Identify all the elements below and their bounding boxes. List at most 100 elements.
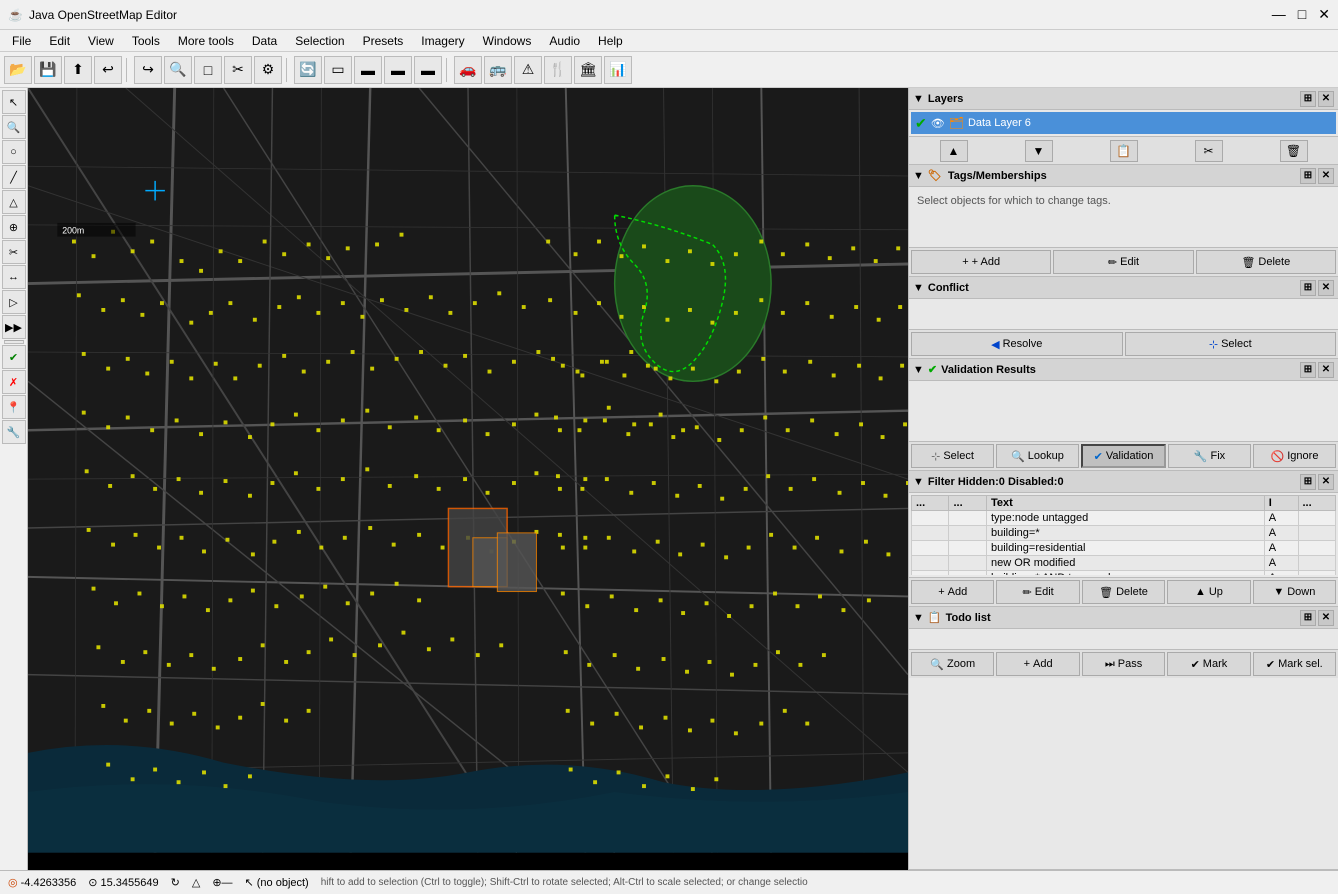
wrench-btn[interactable]: 🔧 <box>2 420 26 444</box>
layers-detach-btn[interactable]: ⊞ <box>1300 91 1316 107</box>
minimize-button[interactable]: — <box>1272 6 1286 23</box>
todo-pass-btn[interactable]: ⏭ Pass <box>1082 652 1165 676</box>
zoom-btn[interactable]: 🔍 <box>2 115 26 139</box>
filter-add-btn[interactable]: + Add <box>911 580 994 604</box>
filter-detach-btn[interactable]: ⊞ <box>1300 474 1316 490</box>
layers-collapse-icon[interactable]: ▼ <box>913 93 924 105</box>
conflict-detach-btn[interactable]: ⊞ <box>1300 280 1316 296</box>
filter-row[interactable]: new OR modified A <box>912 556 1336 571</box>
align-btn[interactable]: ↔ <box>2 265 26 289</box>
layer-delete-btn[interactable]: 🗑 <box>1280 140 1308 162</box>
menu-item-help[interactable]: Help <box>590 32 631 50</box>
filter-row[interactable]: type:node untagged A <box>912 511 1336 526</box>
toolbar-btn-12[interactable]: ▬ <box>384 56 412 84</box>
fast-forward-btn[interactable]: ▶▶ <box>2 315 26 339</box>
select-tool-btn[interactable]: ↖ <box>2 90 26 114</box>
toolbar-btn-7[interactable]: ✂ <box>224 56 252 84</box>
validation-fix-btn[interactable]: 🔧 Fix <box>1168 444 1251 468</box>
toolbar-btn-9[interactable]: 🔄 <box>294 56 322 84</box>
todo-detach-btn[interactable]: ⊞ <box>1300 610 1316 626</box>
filter-down-btn[interactable]: ▼ Down <box>1253 580 1336 604</box>
todo-zoom-btn[interactable]: 🔍 Zoom <box>911 652 994 676</box>
layers-close-btn[interactable]: ✕ <box>1318 91 1334 107</box>
filter-row[interactable]: building=* AND type:node A <box>912 571 1336 576</box>
validation-detach-btn[interactable]: ⊞ <box>1300 362 1316 378</box>
layer-down-btn[interactable]: ▼ <box>1025 140 1053 162</box>
validation-lookup-btn[interactable]: 🔍 Lookup <box>996 444 1079 468</box>
toolbar-btn-16[interactable]: ⚠ <box>514 56 542 84</box>
menu-item-windows[interactable]: Windows <box>475 32 540 50</box>
map-area[interactable]: 200m <box>28 88 908 870</box>
toolbar-btn-10[interactable]: ▭ <box>324 56 352 84</box>
toolbar-btn-1[interactable]: 💾 <box>34 56 62 84</box>
validation-select-btn[interactable]: ⊹ Select <box>911 444 994 468</box>
menu-item-edit[interactable]: Edit <box>41 32 78 50</box>
tags-add-btn[interactable]: ++ Add <box>911 250 1051 274</box>
layer-edit-btn[interactable]: ✂ <box>1195 140 1223 162</box>
menu-item-file[interactable]: File <box>4 32 39 50</box>
menu-item-tools[interactable]: Tools <box>124 32 168 50</box>
todo-mark-sel-btn[interactable]: ✔ Mark sel. <box>1253 652 1336 676</box>
filter-row[interactable]: building=* A <box>912 526 1336 541</box>
split-btn[interactable]: ✂ <box>2 240 26 264</box>
toolbar-btn-19[interactable]: 📊 <box>604 56 632 84</box>
menu-item-selection[interactable]: Selection <box>287 32 352 50</box>
filter-up-btn[interactable]: ▲ Up <box>1167 580 1250 604</box>
toolbar-btn-4[interactable]: ↪ <box>134 56 162 84</box>
tags-detach-btn[interactable]: ⊞ <box>1300 168 1316 184</box>
todo-close-btn[interactable]: ✕ <box>1318 610 1334 626</box>
toolbar-btn-11[interactable]: ▬ <box>354 56 382 84</box>
menu-item-presets[interactable]: Presets <box>355 32 412 50</box>
filter-edit-btn[interactable]: ✏ Edit <box>996 580 1079 604</box>
toolbar-btn-5[interactable]: 🔍 <box>164 56 192 84</box>
conflict-close-btn[interactable]: ✕ <box>1318 280 1334 296</box>
tags-edit-btn[interactable]: ✏Edit <box>1053 250 1193 274</box>
filter-collapse-icon[interactable]: ▼ <box>913 476 924 488</box>
conflict-select-btn[interactable]: ⊹ Select <box>1125 332 1337 356</box>
toolbar-btn-18[interactable]: 🏛 <box>574 56 602 84</box>
validation-validation-btn[interactable]: ✔ Validation <box>1081 444 1166 468</box>
tags-delete-btn[interactable]: 🗑Delete <box>1196 250 1336 274</box>
menu-item-more-tools[interactable]: More tools <box>170 32 242 50</box>
pin-btn[interactable]: 📍 <box>2 395 26 419</box>
todo-mark-btn[interactable]: ✔ Mark <box>1167 652 1250 676</box>
toolbar-btn-13[interactable]: ▬ <box>414 56 442 84</box>
tags-close-btn[interactable]: ✕ <box>1318 168 1334 184</box>
close-button[interactable]: ✕ <box>1318 6 1330 23</box>
todo-add-btn[interactable]: + Add <box>996 652 1079 676</box>
toolbar-btn-6[interactable]: □ <box>194 56 222 84</box>
menu-item-imagery[interactable]: Imagery <box>413 32 472 50</box>
layer-up-btn[interactable]: ▲ <box>940 140 968 162</box>
check-btn[interactable]: ✔ <box>2 345 26 369</box>
filter-delete-btn[interactable]: 🗑 Delete <box>1082 580 1165 604</box>
filter-close-btn[interactable]: ✕ <box>1318 474 1334 490</box>
todo-collapse-icon[interactable]: ▼ <box>913 612 924 624</box>
layer-item[interactable]: ✔ 👁 🗂 Data Layer 6 <box>911 112 1336 134</box>
draw-area-btn[interactable]: △ <box>2 190 26 214</box>
menu-item-data[interactable]: Data <box>244 32 285 50</box>
toolbar-btn-8[interactable]: ⚙ <box>254 56 282 84</box>
maximize-button[interactable]: □ <box>1298 6 1306 23</box>
toolbar-btn-3[interactable]: ↩ <box>94 56 122 84</box>
merge-btn[interactable]: ⊕ <box>2 215 26 239</box>
draw-circle-btn[interactable]: ○ <box>2 140 26 164</box>
validation-ignore-btn[interactable]: 🚫 Ignore <box>1253 444 1336 468</box>
validation-collapse-icon[interactable]: ▼ <box>913 364 924 376</box>
filter-row[interactable]: building=residential A <box>912 541 1336 556</box>
toolbar-btn-15[interactable]: 🚌 <box>484 56 512 84</box>
cross-btn[interactable]: ✗ <box>2 370 26 394</box>
conflict-resolve-btn[interactable]: ◀ Resolve <box>911 332 1123 356</box>
tags-collapse-icon[interactable]: ▼ <box>913 170 924 182</box>
conflict-collapse-icon[interactable]: ▼ <box>913 282 924 294</box>
toolbar-btn-2[interactable]: ⬆ <box>64 56 92 84</box>
layer-copy-btn[interactable]: 📋 <box>1110 140 1138 162</box>
toolbar-btn-14[interactable]: 🚗 <box>454 56 482 84</box>
toolbar-btn-0[interactable]: 📂 <box>4 56 32 84</box>
draw-line-btn[interactable]: ╱ <box>2 165 26 189</box>
menu-item-audio[interactable]: Audio <box>541 32 588 50</box>
menu-item-view[interactable]: View <box>80 32 122 50</box>
validation-close-btn[interactable]: ✕ <box>1318 362 1334 378</box>
toolbar-btn-17[interactable]: 🍴 <box>544 56 572 84</box>
play-btn[interactable]: ▷ <box>2 290 26 314</box>
filter-up-icon: ▲ <box>1195 586 1206 598</box>
